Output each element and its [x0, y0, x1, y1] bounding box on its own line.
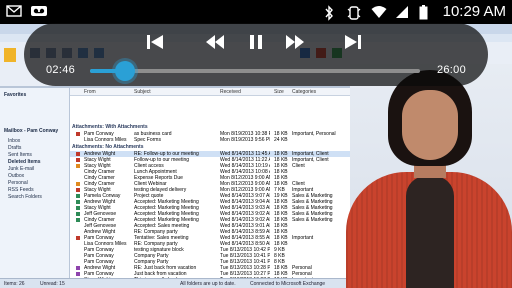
- row-from: Lisa Connors Miles: [84, 137, 127, 143]
- category-swatch: [76, 158, 80, 162]
- group-header-with-attachments[interactable]: Attachments: With Attachments: [72, 124, 148, 130]
- category-swatch: [76, 272, 80, 276]
- status-unread: Unread: 15: [40, 281, 65, 287]
- folder-drafts[interactable]: Drafts: [8, 145, 21, 151]
- signal-icon: [395, 5, 411, 19]
- battery-icon: [419, 5, 435, 20]
- category-swatch: [76, 206, 80, 210]
- video-player-controls: 02:46 26:00: [24, 23, 488, 86]
- folder-sent-items[interactable]: Sent Items: [8, 152, 32, 158]
- col-received[interactable]: Received: [220, 89, 241, 95]
- category-swatch: [76, 152, 80, 156]
- folder-personal[interactable]: Personal: [8, 180, 28, 186]
- fast-forward-icon[interactable]: [284, 31, 306, 53]
- message-icon: [6, 4, 22, 18]
- row-size: 24 KB: [274, 137, 288, 143]
- skip-previous-icon[interactable]: [144, 31, 166, 53]
- status-connection: Connected to Microsoft Exchange: [250, 281, 326, 287]
- voicemail-icon: [30, 4, 47, 18]
- wifi-icon: [371, 5, 387, 19]
- bluetooth-icon: [323, 5, 339, 21]
- col-size[interactable]: Size: [274, 89, 284, 95]
- category-swatch: [76, 200, 80, 204]
- category-swatch: [76, 236, 80, 240]
- category-swatch: [76, 194, 80, 198]
- col-subject[interactable]: Subject: [134, 89, 151, 95]
- category-swatch: [76, 182, 80, 186]
- status-clock: 10:29 AM: [442, 3, 506, 20]
- status-bar: 10:29 AM: [0, 0, 512, 24]
- pause-icon[interactable]: [245, 31, 267, 53]
- mailbox-header: Mailbox - Pam Conway: [4, 128, 59, 134]
- category-swatch: [76, 164, 80, 168]
- table-row[interactable]: Lisa Connors Miles Spec Forms Mon 8/19/201…: [70, 137, 370, 143]
- favorites-header: Favorites: [4, 92, 27, 98]
- row-received: Mon 8/19/2013 9:56 PM: [220, 137, 270, 143]
- outlook-folder-pane: Favorites Mailbox - Pam Conway Inbox Dra…: [0, 88, 70, 278]
- col-categories[interactable]: Categories: [292, 89, 316, 95]
- category-swatch: [76, 218, 80, 222]
- folder-search[interactable]: Search Folders: [8, 194, 42, 200]
- presenter: [340, 64, 512, 288]
- folder-junk[interactable]: Junk E-mail: [8, 166, 34, 172]
- seek-bar[interactable]: [90, 61, 420, 81]
- col-from[interactable]: From: [84, 89, 96, 95]
- list-column-header: From Subject Received Size Categories: [70, 88, 370, 96]
- category-swatch: [76, 188, 80, 192]
- outlook-message-list: From Subject Received Size Categories At…: [70, 88, 370, 278]
- total-time: 26:00: [436, 64, 466, 76]
- presenter-face: [402, 90, 458, 160]
- category-swatch: [76, 212, 80, 216]
- presenter-top: [406, 176, 454, 288]
- category-swatch: [76, 132, 80, 136]
- status-folders: All folders are up to date.: [180, 281, 236, 287]
- folder-deleted-items[interactable]: Deleted Items: [8, 159, 41, 165]
- group-header-no-attachments[interactable]: Attachments: No Attachments: [72, 144, 144, 150]
- category-swatch: [76, 266, 80, 270]
- silent-icon: [347, 5, 363, 20]
- elapsed-time: 02:46: [46, 64, 76, 76]
- row-subject: Spec Forms: [134, 137, 161, 143]
- skip-next-icon[interactable]: [342, 31, 364, 53]
- folder-rss[interactable]: RSS Feeds: [8, 187, 34, 193]
- folder-outbox[interactable]: Outbox: [8, 173, 24, 179]
- status-items: Items: 26: [4, 281, 25, 287]
- rewind-icon[interactable]: [204, 31, 226, 53]
- seek-thumb[interactable]: [114, 61, 135, 81]
- folder-inbox[interactable]: Inbox: [8, 138, 20, 144]
